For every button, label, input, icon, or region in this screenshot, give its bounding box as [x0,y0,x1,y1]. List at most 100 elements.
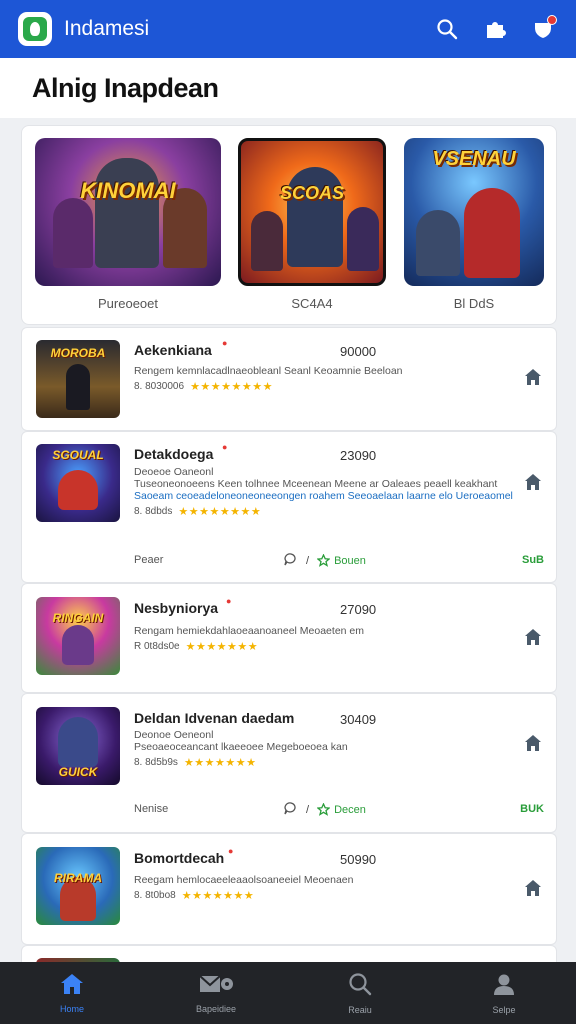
rating-stars: ★★★★★★★ [185,641,259,653]
hot-icon: ● [222,338,228,348]
home-icon[interactable] [522,877,544,899]
search-icon[interactable] [432,14,462,44]
page-header: Alnig Inapdean [0,58,576,118]
footer-tag[interactable]: BUK [520,803,544,815]
game-thumbnail: SGOUAL [36,444,120,522]
game-meta: 8. 8d5b9s [134,757,178,768]
game-list-item[interactable]: RINGAIN Nesbyniorya ● 27090 Rengam hemie… [21,583,557,693]
game-meta: 8. 8030006 [134,381,185,392]
game-description: Rengem kemnlacadlnaeobleanl Seanl Keoamn… [134,365,403,377]
nav-label: Selpe [492,1004,516,1015]
featured-caption: SC4A4 [291,296,333,311]
thumbnail-title: MOROBA [50,346,106,360]
footer-label: Nenise [134,803,169,815]
hot-icon: ● [222,442,228,452]
profile-icon [492,972,516,1001]
game-name: Deldan Idvenan daedam [134,710,295,726]
nav-home[interactable]: Home [0,962,144,1024]
page-title: Alnig Inapdean [32,73,219,103]
game-meta: 8. 8t0bo8 [134,890,176,901]
rating-stars: ★★★★★★★ [183,757,257,769]
game-list-item[interactable]: GUICK Deldan Idvenan daedam 30409 Deonoe… [21,693,557,833]
mail-icon [198,973,234,1000]
game-name: Detakdoega [134,446,214,462]
game-count: 50990 [340,852,377,867]
featured-card[interactable]: VSENAU Bl DdS [404,138,544,311]
game-rating-row: 8. 8dbds ★★★★★★★★ [134,505,261,518]
featured-card[interactable]: SCOAS SC4A4 [238,138,386,311]
game-rating-row: 8. 8t0bo8 ★★★★★★★ [134,889,254,902]
home-icon[interactable] [522,732,544,754]
featured-art: KINOMAI [35,138,221,286]
home-icon[interactable] [522,471,544,493]
featured-art: SCOAS [238,138,386,286]
game-description: Tuseoneonoeens Keen tolhnee Mceenean Mee… [134,478,498,490]
featured-card[interactable]: KINOMAI Pureoeoet [35,138,221,311]
download-button[interactable]: Decen [317,803,366,816]
game-count: 90000 [340,344,377,359]
game-description: Deonoe Oeneonl [134,729,214,741]
game-rating-row: 8. 8d5b9s ★★★★★★★ [134,756,256,769]
search-icon [348,972,372,1001]
featured-art: VSENAU [404,138,544,286]
game-name: Bomortdecah [134,850,225,866]
game-count: 23090 [340,448,377,463]
thumbnail-title: SGOUAL [52,448,104,462]
download-label: Bouen [334,554,366,567]
footer-actions: / Bouen [284,552,366,569]
home-icon [60,973,84,1000]
nav-search[interactable]: Reaiu [288,962,432,1024]
nav-label: Home [59,1003,84,1014]
game-thumbnail: MOROBA [36,340,120,418]
featured-caption: Bl DdS [453,296,495,311]
download-label: Decen [334,803,366,816]
app-logo[interactable] [18,12,52,46]
game-rating-row: 8. 8030006 ★★★★★★★★ [134,380,273,393]
game-description: Reegam hemlocaeeleaaolsoaneeiel Meoenaen [134,874,354,886]
game-description: Rengam hemiekdahlaoeaanoaneel Meoaeten e… [134,625,364,637]
separator: / [306,803,310,816]
nav-label: Bapeidiee [195,1003,237,1014]
comment-icon[interactable] [284,552,298,569]
featured-carousel: KINOMAI Pureoeoet SCOAS SC4A4 VSENAU Bl … [21,125,557,325]
thumbnail-title: RIRAMA [54,871,102,885]
puzzle-icon[interactable] [480,14,510,44]
game-list-item[interactable]: MOROBA Aekenkiana ● 90000 Rengem kemnlac… [21,327,557,431]
nav-label: Reaiu [348,1004,372,1015]
game-meta: R 0t8ds0e [134,641,180,652]
game-description: Saoeam ceoeadeloneoneoneeongen roahem Se… [134,490,513,502]
rating-stars: ★★★★★★★ [181,890,255,902]
nav-inbox[interactable]: Bapeidiee [144,962,288,1024]
game-count: 30409 [340,712,377,727]
footer-actions: / Decen [284,801,366,818]
featured-art-title: VSENAU [432,148,516,170]
game-description: Pseoaeoceancant lkaeeoee Megeboeoea kan [134,741,348,753]
featured-art-title: SCOAS [279,183,344,203]
separator: / [306,554,310,567]
game-name: Aekenkiana [134,342,212,358]
download-button[interactable]: Bouen [317,554,366,567]
game-thumbnail: RIRAMA [36,847,120,925]
hot-icon: ● [228,846,234,856]
nav-profile[interactable]: Selpe [432,962,576,1024]
game-list-item[interactable]: SGOUAL Detakdoega ● 23090 Deoeoe Oaneonl… [21,431,557,583]
game-thumbnail: GUICK [36,707,120,785]
game-rating-row: R 0t8ds0e ★★★★★★★ [134,640,258,653]
footer-tag[interactable]: SuB [522,554,544,566]
game-list-item[interactable]: RIRAMA Bomortdecah ● 50990 Reegam hemloc… [21,833,557,945]
rating-stars: ★★★★★★★★ [190,381,273,393]
game-meta: 8. 8dbds [134,506,173,517]
game-thumbnail: RINGAIN [36,597,120,675]
hot-icon: ● [226,596,232,606]
notification-badge [547,15,557,25]
home-icon[interactable] [522,626,544,648]
bottom-navigation: Home Bapeidiee Reaiu Selpe [0,962,576,1024]
thumbnail-title: RINGAIN [52,611,104,625]
notification-icon[interactable] [528,14,558,44]
rating-stars: ★★★★★★★★ [178,506,262,518]
home-icon[interactable] [522,366,544,388]
footer-label: Peaer [134,554,164,566]
game-description: Deoeoe Oaneonl [134,466,214,478]
comment-icon[interactable] [284,801,298,818]
app-title: Indamesi [64,17,150,40]
